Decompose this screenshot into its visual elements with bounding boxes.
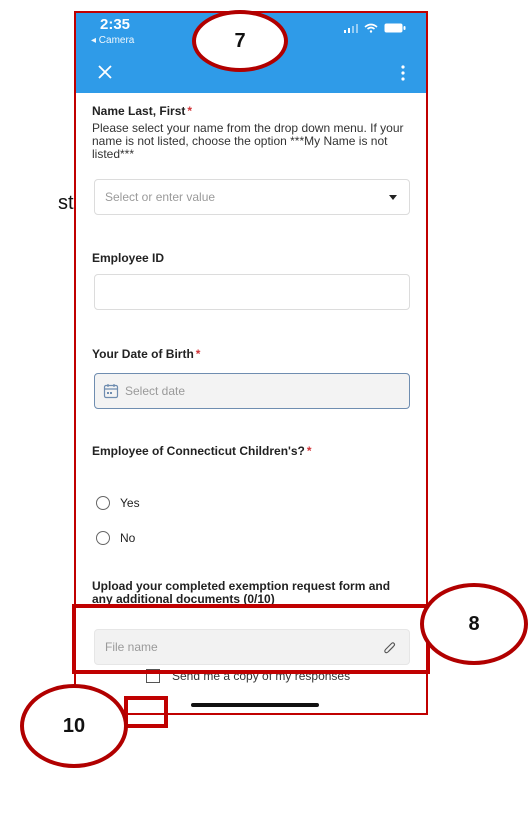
employee-id-input[interactable] xyxy=(94,274,410,310)
status-icons xyxy=(344,23,406,33)
question-upload-title: Upload your completed exemption request … xyxy=(92,579,391,606)
question-employee-id-title: Employee ID xyxy=(92,251,165,265)
radio-label-no: No xyxy=(120,531,136,545)
chevron-down-icon xyxy=(389,195,397,200)
radio-circle[interactable] xyxy=(96,531,110,545)
date-of-birth-picker[interactable]: Select date xyxy=(94,373,410,409)
date-placeholder: Select date xyxy=(125,384,186,398)
status-time: 2:35 xyxy=(100,16,131,33)
annotation-circle-10: 10 xyxy=(20,684,128,768)
question-name-title: Name Last, First * xyxy=(92,104,193,118)
scrollbar[interactable] xyxy=(426,261,428,601)
wifi-icon xyxy=(364,23,378,33)
document-text-fragment: st xyxy=(58,192,74,214)
question-employee-cc-title: Employee of Connecticut Children's? * xyxy=(92,444,312,458)
annotation-circle-7: 7 xyxy=(192,10,288,72)
radio-circle[interactable] xyxy=(96,496,110,510)
home-indicator xyxy=(191,703,319,707)
required-marker: * xyxy=(195,347,201,361)
annotation-box-10 xyxy=(124,696,168,728)
signal-icon xyxy=(344,24,358,33)
radio-label-yes: Yes xyxy=(120,496,140,510)
question-dob-title: Your Date of Birth * xyxy=(92,347,201,361)
close-icon[interactable] xyxy=(92,59,118,85)
required-marker: * xyxy=(187,104,193,118)
radio-option-yes[interactable]: Yes xyxy=(96,496,140,510)
back-to-camera-link[interactable]: ◂ Camera xyxy=(91,35,134,46)
annotation-box-8 xyxy=(72,604,430,674)
question-name-description: Please select your name from the drop do… xyxy=(92,121,404,161)
name-dropdown-placeholder: Select or enter value xyxy=(105,190,216,204)
required-marker: * xyxy=(306,444,312,458)
battery-icon xyxy=(384,23,406,33)
annotation-circle-8: 8 xyxy=(420,583,528,665)
radio-option-no[interactable]: No xyxy=(96,531,135,545)
more-vertical-icon[interactable] xyxy=(398,61,408,85)
name-dropdown[interactable]: Select or enter value xyxy=(94,179,410,215)
calendar-icon xyxy=(103,384,119,399)
